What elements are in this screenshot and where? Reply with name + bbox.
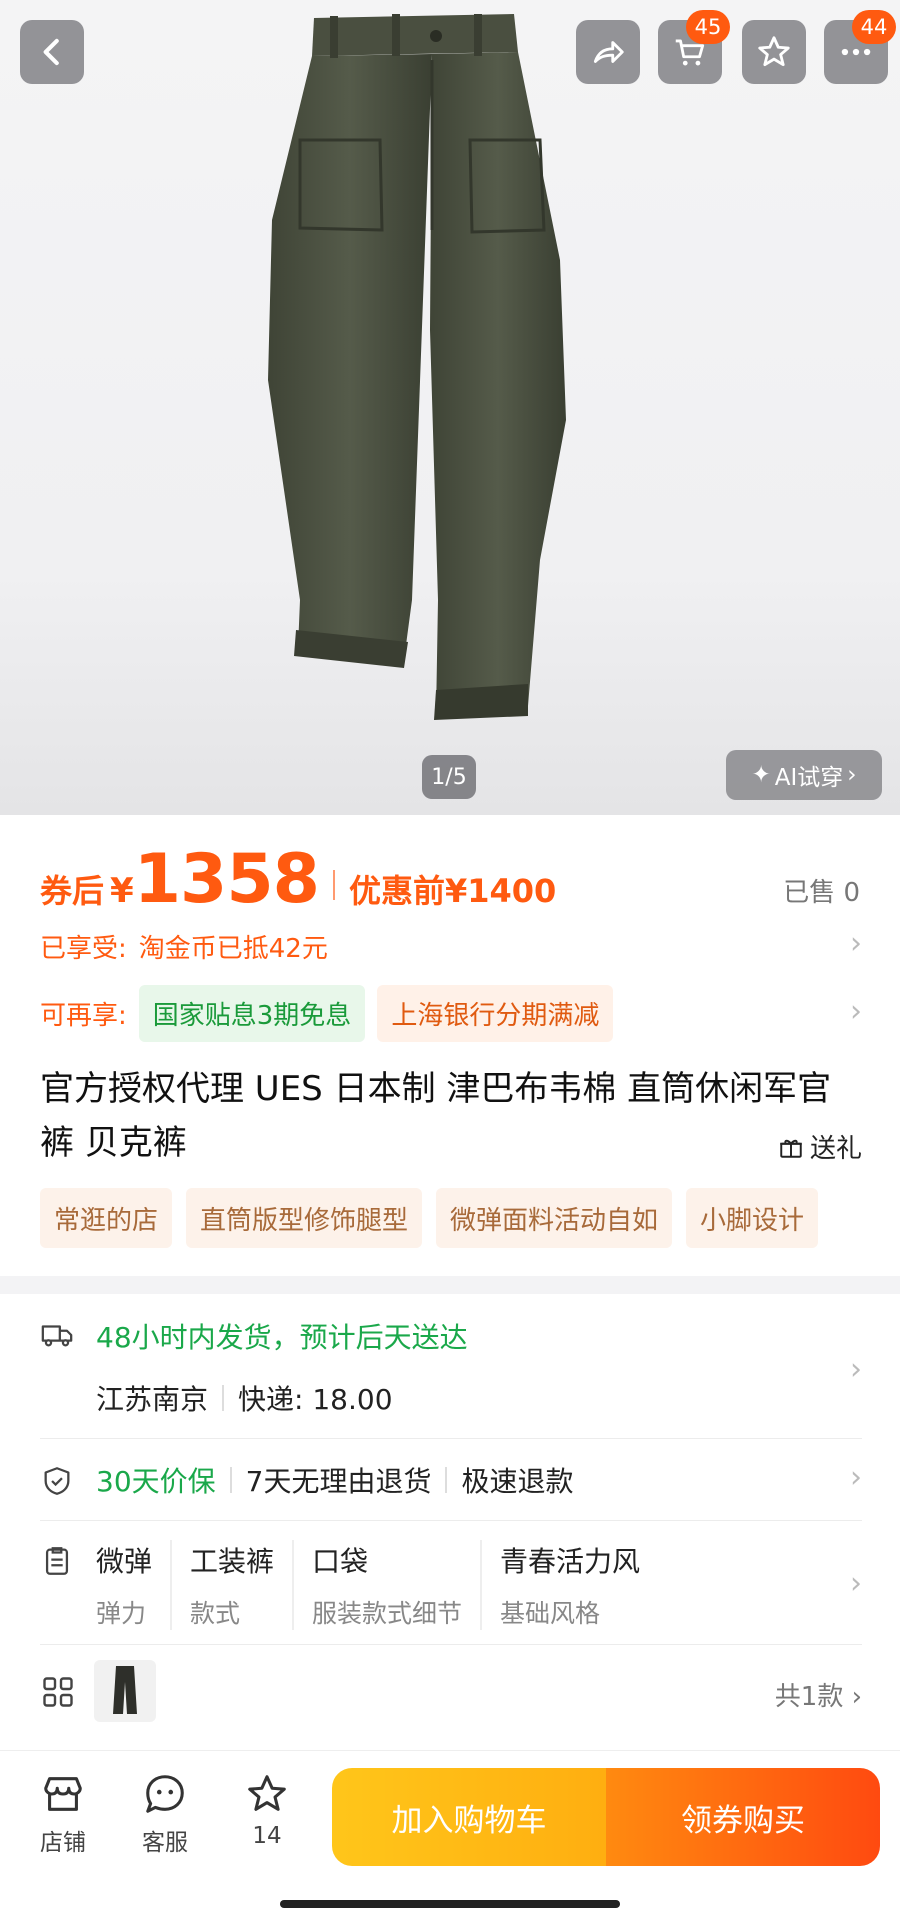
shield-check-icon [44,1467,70,1495]
chevron-right-icon: › [850,994,862,1029]
feature-tag[interactable]: 小脚设计 [686,1188,819,1248]
variant-selector-row[interactable]: 共1款 › [40,1660,862,1730]
attribute-item: 工装裤 款式 [190,1540,295,1630]
chevron-right-icon: › [850,1566,862,1601]
attribute-key: 基础风格 [500,1599,601,1628]
coupon-price-label: 券后 [40,872,105,910]
cart-count-badge: 45 [686,10,730,44]
feature-tag[interactable]: 直筒版型修饰腿型 [186,1188,423,1248]
sparkle-icon: ✦ [751,762,771,788]
shipping-origin: 江苏南京 [96,1383,209,1416]
attribute-key: 服装款式细节 [312,1599,463,1628]
shop-button[interactable]: 店铺 [18,1771,108,1857]
add-to-cart-button[interactable]: 加入购物车 [332,1768,606,1866]
more-discount-row[interactable]: 可再享: 国家贴息3期免息 上海银行分期满减 [40,984,862,1042]
attribute-value: 口袋 [312,1545,369,1578]
feature-tags: 常逛的店 直筒版型修饰腿型 微弹面料活动自如 小脚设计 [40,1188,862,1248]
message-count-badge: 44 [852,10,896,44]
divider [40,1438,862,1439]
image-counter: 1/5 [422,755,476,799]
delivery-truck-icon [41,1325,73,1347]
product-title: 官方授权代理 UES 日本制 津巴布韦棉 直筒休闲军官裤 贝克裤 [40,1069,832,1163]
grid-icon [43,1677,73,1707]
shipping-chevron-icon[interactable]: › [850,1352,862,1387]
attribute-value: 青春活力风 [500,1545,641,1578]
shop-icon [44,1777,82,1811]
cart-button[interactable]: 45 [658,10,730,84]
interest-free-chip[interactable]: 国家贴息3期免息 [138,984,366,1042]
feature-tag[interactable]: 微弹面料活动自如 [436,1188,673,1248]
attribute-item: 微弹 弹力 [96,1540,173,1630]
ai-try-on-button[interactable]: ✦ AI试穿 › [726,750,882,800]
customer-service-button[interactable]: 客服 [120,1771,210,1857]
home-indicator[interactable] [280,1900,620,1908]
chevron-right-icon: › [847,762,857,788]
ai-try-on-label: AI试穿 [774,765,844,791]
pre-discount-price: 优惠前¥1400 [348,872,557,910]
product-image-gallery[interactable]: 45 44 1/5 ✦ AI试穿 › [0,0,900,815]
chevron-left-icon [43,38,59,66]
more-button[interactable]: 44 [824,10,896,84]
shipping-estimate: 48小时内发货，预计后天送达 [96,1321,468,1354]
more-discount-label: 可再享: [40,1000,127,1031]
enjoyed-label: 已享受: [40,933,127,964]
shipping-origin-row: 江苏南京 快递: 18.00 [96,1378,393,1418]
separator [445,1467,448,1493]
buy-with-coupon-button[interactable]: 领券购买 [606,1768,880,1866]
share-icon [593,41,624,63]
guarantee-row[interactable]: 30天价保 7天无理由退货 极速退款 [96,1460,573,1500]
price-separator [332,870,335,900]
attribute-key: 弹力 [96,1599,147,1628]
shipping-fee: 快递: 18.00 [238,1383,393,1416]
back-button[interactable] [20,20,84,84]
currency-symbol: ¥ [110,871,134,911]
attributes-row[interactable]: 微弹 弹力 工装裤 款式 口袋 服装款式细节 青春活力风 基础风格 [96,1540,676,1630]
product-photo-pants [268,14,566,720]
bottom-action-bar: 店铺 客服 14 加入购物车 领券购买 [0,1750,900,1920]
feature-tag[interactable]: 常逛的店 [40,1188,173,1248]
price-protection: 30天价保 [96,1465,216,1498]
chevron-right-icon: › [850,1460,862,1495]
gift-icon [780,1139,802,1158]
section-divider [0,1276,900,1294]
fast-refund: 极速退款 [461,1465,574,1498]
final-price: 1358 [133,840,320,919]
variant-count-label: 共1款 [774,1682,844,1712]
service-label: 客服 [142,1830,188,1856]
chat-face-icon [146,1775,184,1813]
bank-installment-chip[interactable]: 上海银行分期满减 [377,984,614,1042]
star-icon [248,1775,286,1811]
star-icon [758,36,790,67]
document-list-icon [45,1547,69,1575]
attribute-item: 青春活力风 基础风格 [500,1540,658,1630]
attribute-item: 口袋 服装款式细节 [312,1540,483,1630]
attribute-key: 款式 [190,1599,241,1628]
favorite-count-button[interactable]: 14 [222,1771,312,1849]
price-row: 券后 ¥ 1358 优惠前¥1400 [40,840,862,930]
separator [222,1385,225,1411]
divider [40,1644,862,1645]
attribute-value: 微弹 [96,1545,153,1578]
variant-count: 共1款 › [774,1682,862,1712]
product-page: 45 44 1/5 ✦ AI试穿 › 券后 ¥ 1358 优惠前¥1400 已售… [0,0,900,1920]
chevron-right-icon: › [850,926,862,961]
pants-thumbnail-image [113,1666,137,1714]
favorite-count: 14 [252,1823,282,1849]
shop-label: 店铺 [40,1830,86,1856]
gift-label: 送礼 [809,1134,862,1164]
enjoyed-discount-row[interactable]: 已享受: 淘金币已抵42元 [40,928,862,964]
separator [229,1467,232,1493]
return-policy: 7天无理由退货 [245,1465,432,1498]
variant-thumbnail[interactable] [94,1660,156,1722]
gift-button[interactable]: 送礼 [778,1128,862,1165]
sold-count: 已售 0 [783,878,860,908]
favorite-button[interactable] [742,20,806,84]
enjoyed-value: 淘金币已抵42元 [138,933,328,964]
attribute-value: 工装裤 [190,1545,275,1578]
share-button[interactable] [576,20,640,84]
divider [40,1520,862,1521]
